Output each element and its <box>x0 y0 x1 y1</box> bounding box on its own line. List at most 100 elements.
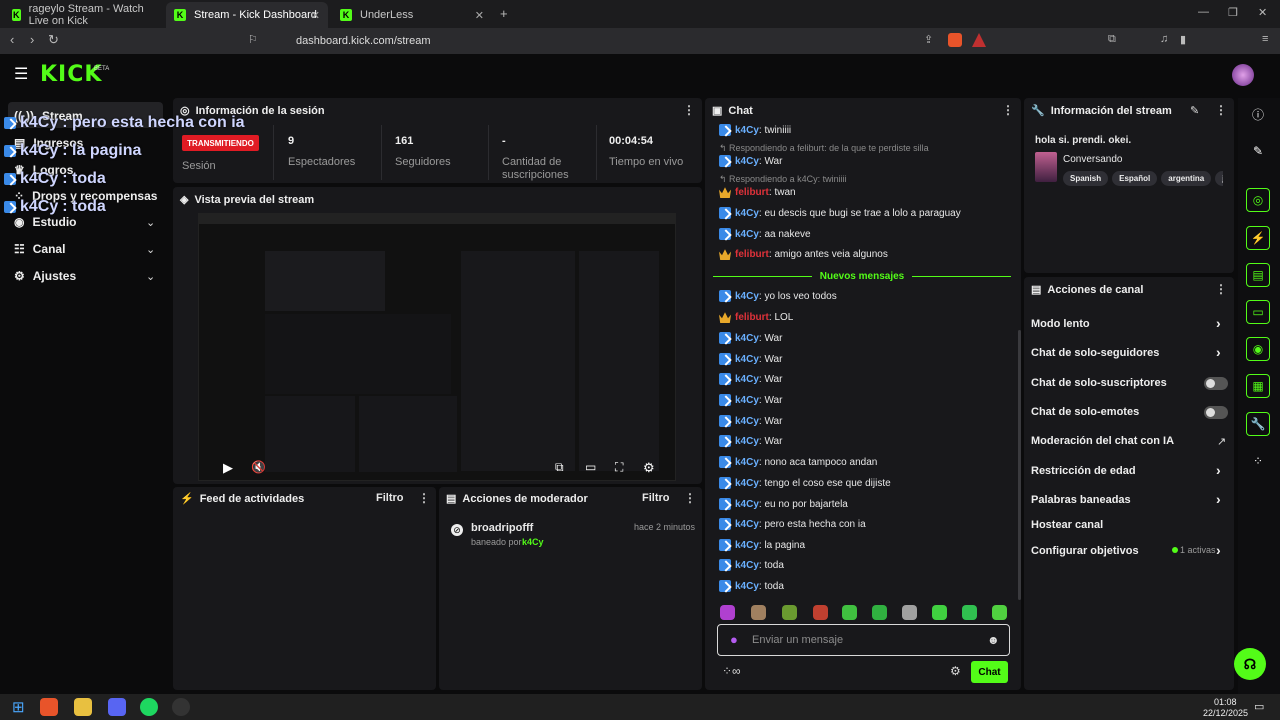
chat-message[interactable]: k4Cy: tengo el coso ese que dijiste <box>719 477 891 489</box>
send-chat-button[interactable]: Chat <box>971 661 1008 683</box>
feed-filter-button[interactable]: Filtro <box>376 492 404 504</box>
chat-message[interactable]: feliburt: amigo antes veia algunos <box>719 248 888 260</box>
chevron-right-icon[interactable]: › <box>1216 462 1221 478</box>
close-tab-icon[interactable]: ✕ <box>475 9 484 22</box>
chat-message[interactable]: feliburt: twan <box>719 186 796 198</box>
discord-taskbar-icon[interactable] <box>108 698 126 716</box>
emote-icon[interactable] <box>842 605 857 620</box>
more-options-icon[interactable]: ⋮ <box>1215 282 1227 296</box>
pencil-icon[interactable]: ✎ <box>1246 139 1270 163</box>
emote-icon[interactable] <box>720 605 735 620</box>
chat-username[interactable]: k4Cy <box>735 436 759 447</box>
emoji-icon[interactable]: ☻ <box>987 633 1000 647</box>
files-taskbar-icon[interactable] <box>74 698 92 716</box>
chat-message[interactable]: k4Cy: War <box>719 415 782 427</box>
ai-moderation-action[interactable]: Moderación del chat con IA <box>1031 435 1174 447</box>
sidebar-item-estudio[interactable]: ◉ Estudio <box>14 215 76 229</box>
chat-username[interactable]: feliburt <box>735 187 769 198</box>
close-tab-icon[interactable]: ✕ <box>311 9 320 22</box>
chat-message[interactable]: k4Cy: eu no por bajartela <box>719 498 848 510</box>
sidebar-item-canal[interactable]: ☷ Canal <box>14 242 65 256</box>
chat-username[interactable]: k4Cy <box>735 208 759 219</box>
user-avatar[interactable] <box>1232 64 1254 86</box>
play-icon[interactable]: ▶ <box>223 460 233 476</box>
brave-taskbar-icon[interactable] <box>40 698 58 716</box>
edit-pencil-icon[interactable]: ✎ <box>1190 104 1199 117</box>
chat-message[interactable]: k4Cy: la pagina <box>719 539 805 551</box>
chat-username[interactable]: k4Cy <box>735 519 759 530</box>
chat-username[interactable]: k4Cy <box>735 333 759 344</box>
back-icon[interactable]: ‹ <box>10 32 14 47</box>
pip-icon[interactable]: ⧉ <box>555 460 564 475</box>
emote-icon[interactable] <box>902 605 917 620</box>
chat-username[interactable]: k4Cy <box>735 354 759 365</box>
new-tab-icon[interactable]: + <box>500 6 508 21</box>
chat-message[interactable]: feliburt: LOL <box>719 311 793 323</box>
chat-message[interactable]: k4Cy: twiniiii <box>719 124 791 136</box>
chat-username[interactable]: k4Cy <box>735 229 759 240</box>
more-options-icon[interactable]: ⋮ <box>683 103 695 117</box>
more-options-icon[interactable]: ⋮ <box>1002 103 1014 117</box>
followers-only-action[interactable]: Chat de solo-seguidores <box>1031 347 1159 359</box>
chat-username[interactable]: k4Cy <box>735 499 759 510</box>
configure-goals-action[interactable]: Configurar objetivos <box>1031 545 1139 557</box>
mute-icon[interactable]: 🔇 <box>251 460 266 474</box>
bookmark-icon[interactable]: ⚐ <box>248 33 258 46</box>
chat-username[interactable]: k4Cy <box>735 395 759 406</box>
chevron-right-icon[interactable]: › <box>1216 542 1221 558</box>
emote-icon[interactable] <box>962 605 977 620</box>
chat-message[interactable]: k4Cy: War <box>719 373 782 385</box>
reload-icon[interactable]: ↻ <box>48 32 59 48</box>
clip-icon[interactable]: ◎ <box>1246 188 1270 212</box>
chat-username[interactable]: k4Cy <box>735 374 759 385</box>
more-options-icon[interactable]: ⋮ <box>684 491 696 505</box>
theater-icon[interactable]: ▭ <box>585 460 596 474</box>
chat-message[interactable]: k4Cy: pero esta hecha con ia <box>719 518 866 530</box>
spotify-taskbar-icon[interactable] <box>140 698 158 716</box>
lightning-icon[interactable]: ⚡ <box>1246 226 1270 250</box>
chat-message[interactable]: k4Cy: War <box>719 394 782 406</box>
sidebar-item-ajustes[interactable]: ⚙ Ajustes <box>14 269 76 283</box>
chevron-right-icon[interactable]: › <box>1216 491 1221 507</box>
chat-message[interactable]: k4Cy: toda <box>719 559 784 571</box>
minimize-icon[interactable]: — <box>1198 6 1209 18</box>
stream-category[interactable]: Conversando <box>1063 154 1122 165</box>
fullscreen-icon[interactable]: ⛶ <box>615 460 623 475</box>
channel-icon[interactable]: ▦ <box>1246 374 1270 398</box>
chat-username[interactable]: k4Cy <box>735 478 759 489</box>
age-restriction-action[interactable]: Restricción de edad <box>1031 465 1136 477</box>
chat-username[interactable]: k4Cy <box>735 291 759 302</box>
emote-icon[interactable] <box>751 605 766 620</box>
chat-bubble-icon[interactable]: ▭ <box>1246 300 1270 324</box>
emote-icon[interactable] <box>782 605 797 620</box>
chat-username[interactable]: k4Cy <box>735 416 759 427</box>
kicks-icon[interactable]: ⁘∞ <box>722 664 741 678</box>
settings-gear-icon[interactable]: ⚙ <box>643 460 655 476</box>
emote-icon[interactable] <box>872 605 887 620</box>
notification-icon[interactable]: ▭ <box>1254 700 1264 713</box>
chat-message[interactable]: k4Cy: War <box>719 353 782 365</box>
chat-settings-icon[interactable]: ⚙ <box>950 664 961 678</box>
broadcast-icon[interactable]: ◉ <box>1246 337 1270 361</box>
emotes-only-toggle[interactable] <box>1204 406 1228 419</box>
chat-message[interactable]: k4Cy: War <box>719 435 782 447</box>
clipboard-icon[interactable]: ▤ <box>1246 263 1270 287</box>
kicks-icon[interactable]: ⁘ <box>1246 449 1270 473</box>
brave-shield-icon[interactable] <box>948 33 962 47</box>
chat-message[interactable]: k4Cy: nono aca tampoco andan <box>719 456 877 468</box>
close-window-icon[interactable]: ✕ <box>1258 6 1267 19</box>
subs-only-toggle[interactable] <box>1204 377 1228 390</box>
microphone-icon[interactable]: ● <box>730 632 738 647</box>
banned-user[interactable]: broadripofff <box>471 522 533 534</box>
chat-username[interactable]: k4Cy <box>735 156 759 167</box>
url-field[interactable]: dashboard.kick.com/stream <box>270 31 970 51</box>
more-options-icon[interactable]: ⋮ <box>1215 103 1227 117</box>
chat-message[interactable]: k4Cy: War <box>719 155 782 167</box>
stream-preview-video[interactable]: ▶ 🔇 ⧉ ▭ ⛶ ⚙ <box>198 213 676 481</box>
chevron-right-icon[interactable]: › <box>1216 344 1221 360</box>
more-options-icon[interactable]: ⋮ <box>418 491 430 505</box>
emote-icon[interactable] <box>992 605 1007 620</box>
chat-message[interactable]: k4Cy: toda <box>719 580 784 592</box>
browser-tab[interactable]: K UnderLess ✕ <box>332 2 492 28</box>
forward-icon[interactable]: › <box>30 32 34 47</box>
